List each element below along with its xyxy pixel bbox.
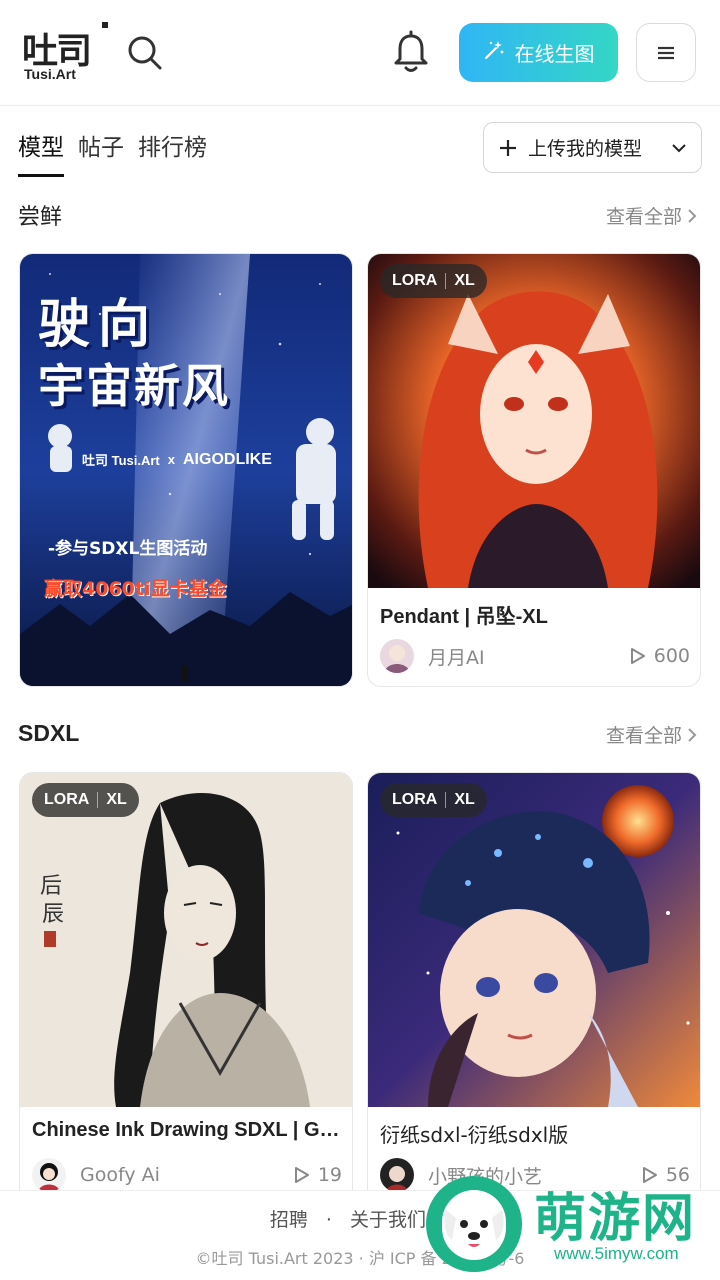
model-card[interactable]: LORA XL 衍纸sdxl-衍纸sdxl版 小野孩的小艺 56 (367, 772, 701, 1206)
banner-promo-2: 赢取4060ti显卡基金 (44, 578, 227, 600)
section-title-sdxl: SDXL (18, 720, 80, 746)
model-title: Chinese Ink Drawing SDXL | Go... (32, 1119, 342, 1141)
model-type-badge: LORA XL (32, 783, 139, 817)
play-count: 600 (630, 645, 690, 667)
upload-model-button[interactable]: 上传我的模型 (483, 122, 702, 173)
play-icon (630, 648, 645, 664)
avatar[interactable] (380, 639, 414, 673)
chevron-down-icon (672, 143, 686, 152)
content-tabs: 模型 帖子 排行榜 (18, 128, 207, 177)
site-logo[interactable]: 吐司 Tusi.Art (22, 22, 110, 86)
chevron-right-icon (688, 208, 697, 223)
tab-posts[interactable]: 帖子 (78, 128, 124, 177)
magic-wand-icon (483, 39, 505, 66)
model-card[interactable]: LORA XL Pendant | 吊坠-XL 月月AI 600 (367, 253, 701, 687)
avatar[interactable] (380, 1158, 414, 1192)
hamburger-icon (658, 46, 674, 59)
avatar[interactable] (32, 1158, 66, 1192)
play-count: 19 (294, 1164, 342, 1186)
upload-label: 上传我的模型 (528, 138, 643, 160)
tab-models[interactable]: 模型 (18, 128, 64, 177)
model-thumbnail: 后 辰 (20, 773, 352, 1107)
tab-ranking[interactable]: 排行榜 (138, 128, 207, 177)
author-name[interactable]: 月月AI (428, 643, 630, 670)
menu-button[interactable] (636, 23, 696, 82)
banner-headline-2: 宇宙新风 (38, 359, 230, 413)
model-title: Pendant | 吊坠-XL (380, 606, 548, 628)
view-all-link[interactable]: 查看全部 (606, 721, 698, 748)
banner-brand-left: 吐司 Tusi.Art (82, 453, 160, 468)
model-thumbnail (368, 254, 700, 588)
model-thumbnail (368, 773, 700, 1107)
model-type-badge: LORA XL (380, 783, 487, 817)
promo-banner-card[interactable]: 驶向 宇宙新风 吐司 Tusi.Art x AIGODLIKE -参与SDXL生… (19, 253, 353, 687)
bell-icon[interactable] (390, 30, 432, 74)
site-watermark: 萌游网 www.5imyw.com (426, 1172, 720, 1272)
model-title: 衍纸sdxl-衍纸sdxl版 (380, 1123, 569, 1147)
play-icon (294, 1167, 309, 1183)
author-name[interactable]: Goofy Ai (80, 1164, 294, 1186)
search-icon[interactable] (124, 32, 164, 72)
watermark-url: www.5imyw.com (554, 1244, 679, 1263)
view-all-link[interactable]: 查看全部 (606, 202, 698, 229)
online-generate-button[interactable]: 在线生图 (459, 23, 618, 82)
footer-link-about[interactable]: 关于我们 (350, 1209, 426, 1231)
chevron-right-icon (688, 727, 697, 742)
banner-promo-1: -参与SDXL生图活动 (48, 539, 208, 559)
banner-brand-right: AIGODLIKE (183, 450, 272, 468)
footer-link-jobs[interactable]: 招聘 (270, 1209, 308, 1231)
svg-text:辰: 辰 (42, 902, 64, 927)
svg-text:后: 后 (40, 874, 62, 899)
model-meta: 月月AI 600 (380, 638, 690, 674)
banner-cross: x (167, 452, 175, 467)
logo-en: Tusi.Art (24, 66, 76, 82)
banner-headline-1: 驶向 (38, 295, 159, 355)
top-header: 吐司 Tusi.Art 在线生图 (0, 0, 720, 106)
model-type-badge: LORA XL (380, 264, 487, 298)
section-title-fresh: 尝鲜 (18, 205, 63, 230)
banner-image: 驶向 宇宙新风 吐司 Tusi.Art x AIGODLIKE -参与SDXL生… (20, 254, 352, 686)
model-meta: Goofy Ai 19 (32, 1157, 342, 1193)
watermark-text: 萌游网 (534, 1189, 697, 1249)
model-card[interactable]: 后 辰 LORA XL Chinese Ink Drawing SDXL | G… (19, 772, 353, 1206)
plus-icon (500, 139, 516, 156)
generate-label: 在线生图 (514, 42, 595, 66)
